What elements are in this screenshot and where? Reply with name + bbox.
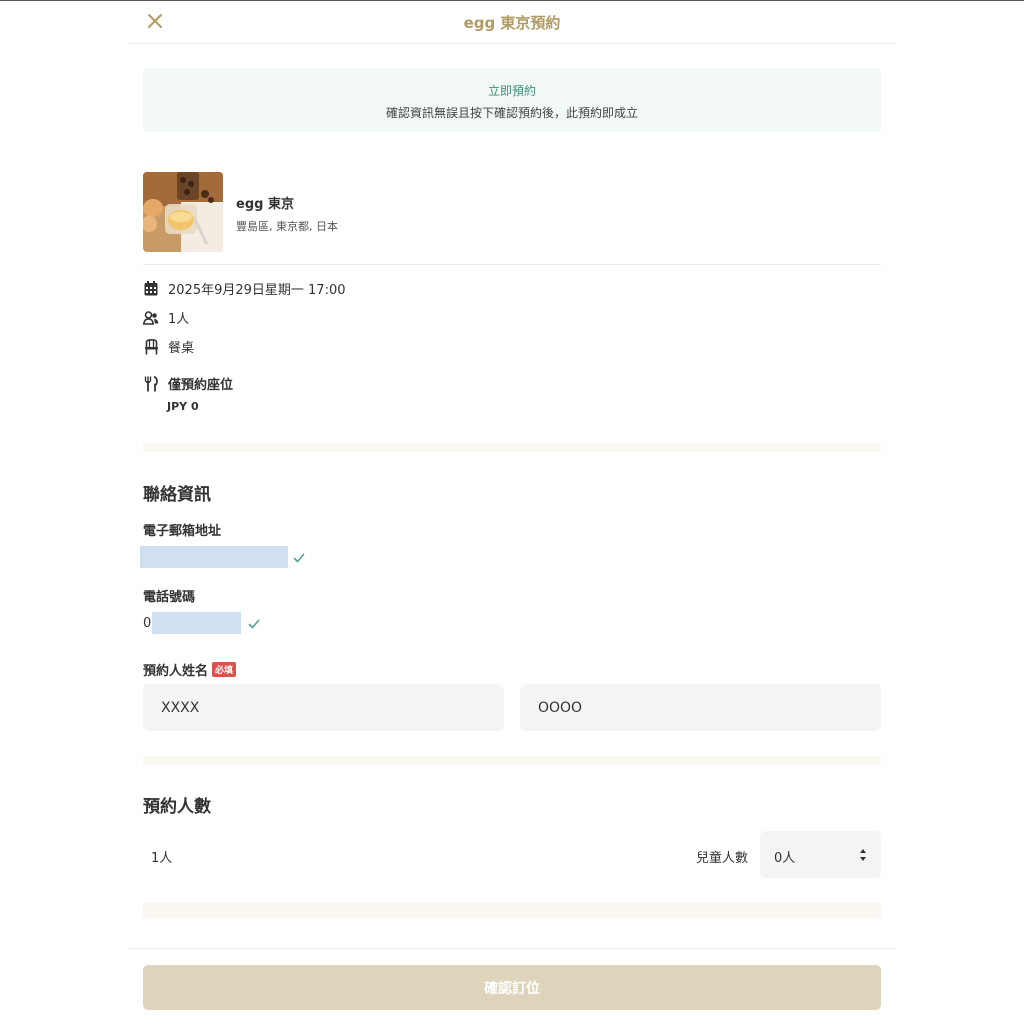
footer-divider [128,948,896,949]
section-separator [143,443,881,452]
venue-name: egg 東京 [236,197,294,212]
banner-title: 立即預約 [487,84,536,98]
confirm-booking-button[interactable]: 確認訂位 [143,965,881,1010]
check-icon [248,619,260,629]
section-separator [143,903,881,918]
children-label: 兒童人數 [696,851,749,866]
utensils-icon [143,375,159,392]
confirm-banner: 立即預約 確認資訊無誤且按下確認預約後，此預約即成立 [143,68,881,132]
required-badge: 必填 [212,662,237,677]
party-section-title: 預約人數 [143,797,211,817]
booking-datetime: 2025年9月29日星期一 17:00 [168,283,346,298]
divider [143,264,881,265]
booking-plan: 僅預約座位 [168,378,234,393]
plan-row: 僅預約座位 [143,374,233,393]
plan-price: JPY 0 [167,400,199,413]
party-row: 1人 [143,308,189,327]
venue-thumbnail [143,172,223,252]
email-value-redacted [140,546,288,568]
name-label: 預約人姓名 [143,664,209,679]
phone-prefix: 0 [143,616,152,631]
children-select[interactable]: 0人 [760,831,881,878]
venue-photo [143,172,223,252]
chair-icon [143,338,159,355]
adult-count: 1人 [151,851,173,866]
booking-seating: 餐桌 [168,341,195,356]
venue-address: 豐島區, 東京都, 日本 [236,220,338,233]
seating-row: 餐桌 [143,337,194,356]
contact-section-title: 聯絡資訊 [143,485,211,505]
date-row: 2025年9月29日星期一 17:00 [143,279,346,298]
first-name-input[interactable] [520,684,881,731]
select-arrows-icon [860,849,866,861]
section-separator [143,756,881,765]
booking-party: 1人 [168,312,190,327]
name-label-row: 預約人姓名 必填 [143,660,237,679]
last-name-input[interactable] [143,684,504,731]
phone-value-redacted [152,612,241,634]
people-icon [143,310,159,326]
header: egg 東京預約 [128,1,896,44]
calendar-icon [143,281,159,297]
children-value: 0人 [774,851,796,866]
phone-label: 電話號碼 [143,590,196,605]
email-label: 電子郵箱地址 [143,524,222,539]
check-icon [293,553,305,563]
banner-text: 確認資訊無誤且按下確認預約後，此預約即成立 [385,106,638,120]
page-title: egg 東京預約 [463,14,561,32]
